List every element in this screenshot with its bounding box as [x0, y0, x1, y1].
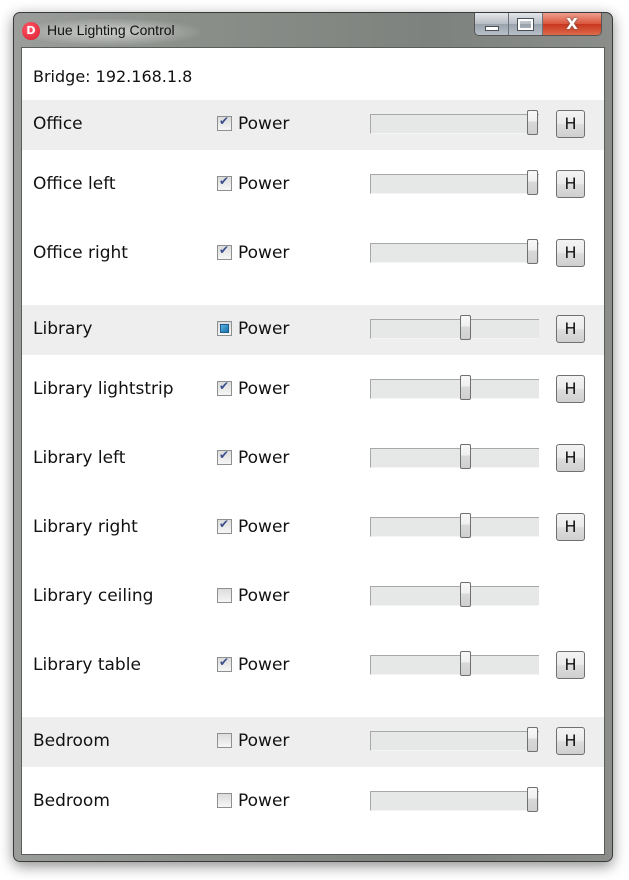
light-row: Bedroom Power [22, 777, 604, 827]
power-checkbox[interactable] [217, 733, 232, 748]
hue-button[interactable]: H [556, 651, 585, 679]
power-checkbox[interactable] [217, 174, 232, 191]
light-row: Library right Power H [22, 503, 604, 553]
hue-button[interactable]: H [556, 513, 585, 541]
power-label[interactable]: Power [238, 586, 289, 606]
brightness-slider[interactable] [370, 582, 539, 607]
power-checkbox[interactable] [217, 114, 232, 131]
light-name: Bedroom [33, 791, 110, 811]
brightness-slider-thumb[interactable] [527, 110, 538, 135]
light-name: Office [33, 114, 83, 134]
power-label[interactable]: Power [238, 731, 289, 751]
light-row: Office left Power H [22, 160, 604, 210]
minimize-icon [484, 25, 499, 31]
brightness-slider-thumb[interactable] [459, 582, 471, 607]
hue-button[interactable]: H [556, 239, 585, 267]
power-label[interactable]: Power [238, 319, 289, 339]
power-label[interactable]: Power [238, 791, 289, 811]
power-checkbox[interactable] [217, 588, 232, 603]
title-bar[interactable]: D Hue Lighting Control X [14, 13, 612, 47]
brightness-slider-thumb[interactable] [527, 170, 538, 195]
maximize-button[interactable] [509, 13, 543, 35]
brightness-slider-thumb[interactable] [527, 787, 538, 812]
light-row: Office right Power H [22, 229, 604, 279]
brightness-slider[interactable] [370, 727, 539, 752]
power-label[interactable]: Power [238, 379, 289, 399]
power-checkbox[interactable] [217, 243, 232, 260]
group-row: Library Power H [22, 305, 604, 355]
power-label[interactable]: Power [238, 174, 289, 194]
power-label[interactable]: Power [238, 655, 289, 675]
light-row: Library lightstrip Power H [22, 365, 604, 415]
hue-button[interactable]: H [556, 444, 585, 472]
power-checkbox[interactable] [217, 517, 232, 534]
light-name: Library ceiling [33, 586, 154, 606]
client-area: Bridge: 192.168.1.8 OfficePowerHOffice l… [21, 47, 605, 855]
brightness-slider-thumb[interactable] [459, 513, 471, 538]
power-checkbox[interactable] [217, 655, 232, 672]
caption-buttons: X [474, 13, 602, 36]
brightness-slider[interactable] [370, 787, 539, 812]
light-name: Library lightstrip [33, 379, 174, 399]
app-window: D Hue Lighting Control X Bridge: 192.168… [13, 12, 613, 862]
brightness-slider[interactable] [370, 110, 539, 135]
power-checkbox[interactable] [217, 321, 232, 336]
minimize-button[interactable] [475, 13, 509, 35]
light-row: Library left Power H [22, 434, 604, 484]
light-name: Library [33, 319, 93, 339]
light-name: Library right [33, 517, 138, 537]
brightness-slider[interactable] [370, 375, 539, 400]
power-label[interactable]: Power [238, 243, 289, 263]
close-button[interactable]: X [543, 13, 601, 35]
brightness-slider[interactable] [370, 651, 539, 676]
hue-button[interactable]: H [556, 727, 585, 755]
power-label[interactable]: Power [238, 517, 289, 537]
bridge-label: Bridge: 192.168.1.8 [33, 67, 193, 86]
brightness-slider[interactable] [370, 444, 539, 469]
brightness-slider-thumb[interactable] [459, 651, 471, 676]
light-name: Library table [33, 655, 141, 675]
hue-button[interactable]: H [556, 170, 585, 198]
brightness-slider[interactable] [370, 170, 539, 195]
light-name: Library left [33, 448, 126, 468]
group-row: Bedroom Power H [22, 717, 604, 767]
close-icon: X [566, 15, 578, 33]
hue-button[interactable]: H [556, 315, 585, 343]
light-name: Bedroom [33, 731, 110, 751]
brightness-slider-thumb[interactable] [459, 375, 471, 400]
group-row: Office Power H [22, 100, 604, 150]
brightness-slider-thumb[interactable] [527, 727, 538, 752]
maximize-icon [517, 17, 534, 31]
hue-button[interactable]: H [556, 110, 585, 138]
brightness-slider-thumb[interactable] [527, 239, 538, 264]
power-checkbox[interactable] [217, 448, 232, 465]
brightness-slider[interactable] [370, 239, 539, 264]
brightness-slider-thumb[interactable] [459, 444, 471, 469]
brightness-slider-thumb[interactable] [459, 315, 471, 340]
light-row: Library ceiling Power [22, 572, 604, 622]
power-label[interactable]: Power [238, 448, 289, 468]
hue-button[interactable]: H [556, 375, 585, 403]
brightness-slider[interactable] [370, 513, 539, 538]
brightness-slider[interactable] [370, 315, 539, 340]
power-checkbox[interactable] [217, 379, 232, 396]
light-name: Office right [33, 243, 128, 263]
app-icon[interactable]: D [22, 22, 40, 40]
light-name: Office left [33, 174, 116, 194]
power-checkbox[interactable] [217, 793, 232, 808]
window-title: Hue Lighting Control [47, 22, 175, 38]
light-row: Library table Power H [22, 641, 604, 691]
power-label[interactable]: Power [238, 114, 289, 134]
